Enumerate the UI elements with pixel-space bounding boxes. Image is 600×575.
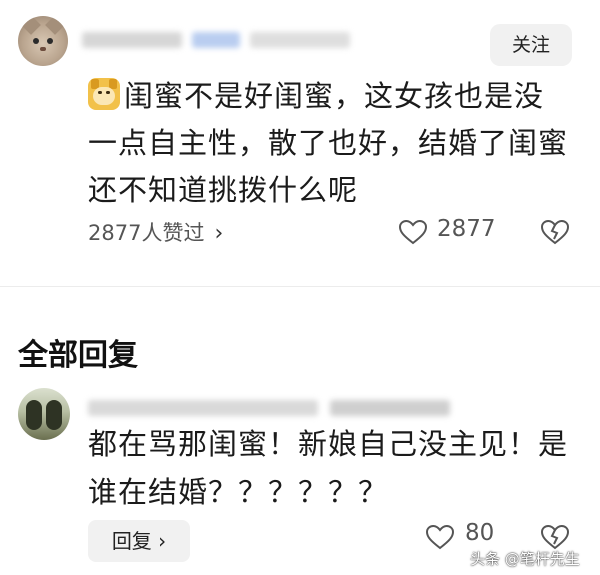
like-count: 2877 bbox=[437, 216, 496, 242]
follow-button[interactable]: 关注 bbox=[490, 24, 572, 66]
replier-avatar[interactable] bbox=[18, 388, 70, 440]
blurred-reply-username[interactable] bbox=[88, 400, 318, 416]
comment-text-line: 还不知道挑拨什么呢 bbox=[88, 173, 359, 207]
doge-emoji-icon bbox=[88, 78, 120, 110]
reply-button[interactable]: 回复 › bbox=[88, 520, 190, 562]
blurred-username[interactable] bbox=[82, 32, 182, 48]
section-divider bbox=[0, 286, 600, 287]
blurred-user-badge bbox=[192, 32, 240, 48]
chevron-right-icon: › bbox=[214, 221, 224, 246]
heart-outline-icon[interactable] bbox=[398, 219, 428, 245]
reply-button-label: 回复 bbox=[111, 529, 152, 553]
likes-summary-text: 2877人赞过 bbox=[88, 221, 205, 245]
reply-text-line: 谁在结婚？？？？？？ bbox=[88, 475, 389, 509]
comment-text-line: 闺蜜不是好闺蜜，这女孩也是没 bbox=[124, 79, 545, 113]
broken-heart-icon[interactable] bbox=[540, 219, 570, 245]
commenter-avatar[interactable] bbox=[18, 16, 68, 66]
comment-text-line: 一点自主性，散了也好，结婚了闺蜜 bbox=[88, 126, 569, 160]
blurred-meta bbox=[250, 32, 350, 48]
likes-summary-link[interactable]: 2877人赞过 › bbox=[88, 217, 223, 247]
broken-heart-icon[interactable] bbox=[540, 524, 570, 550]
heart-outline-icon[interactable] bbox=[425, 524, 455, 550]
like-count: 80 bbox=[465, 520, 495, 546]
replies-section-title: 全部回复 bbox=[18, 338, 138, 373]
blurred-reply-meta bbox=[330, 400, 450, 416]
watermark: 头条 @笔杆先生 bbox=[470, 550, 580, 568]
chevron-right-icon: › bbox=[158, 529, 167, 553]
reply-text-line: 都在骂那闺蜜！新娘自己没主见！是 bbox=[88, 427, 569, 461]
